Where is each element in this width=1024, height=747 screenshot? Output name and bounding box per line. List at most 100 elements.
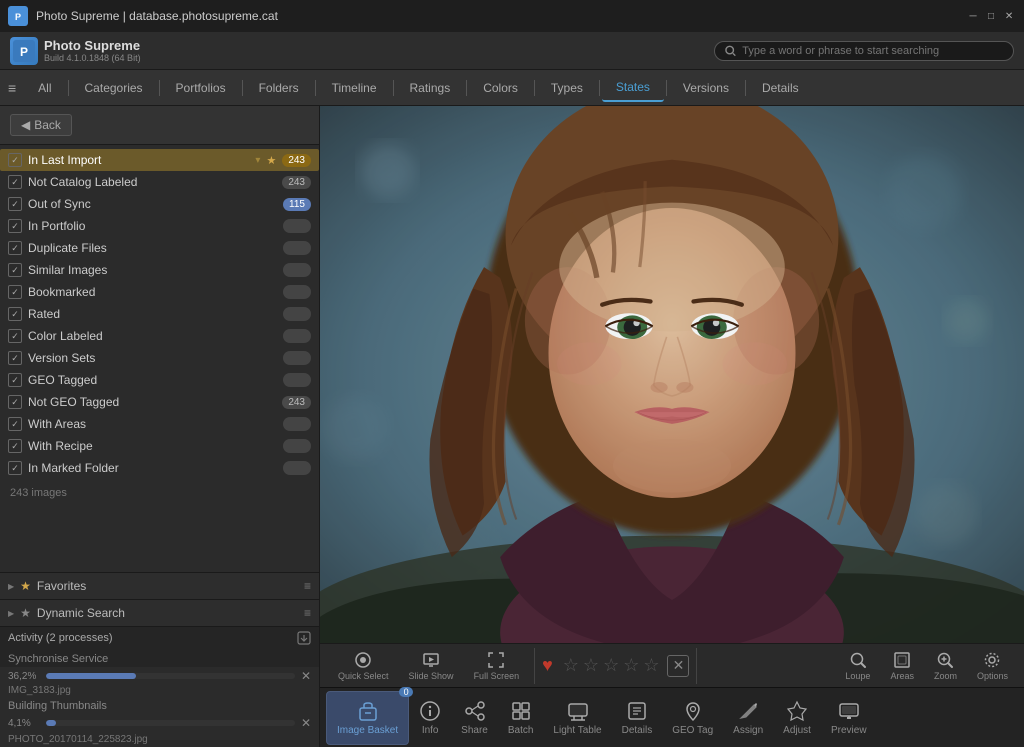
zoom-button[interactable]: Zoom xyxy=(928,648,963,684)
areas-button[interactable]: Areas xyxy=(884,648,920,684)
search-input[interactable] xyxy=(742,45,1003,57)
window-title: Photo Supreme | database.photosupreme.ca… xyxy=(36,9,958,23)
share-button[interactable]: Share xyxy=(451,691,498,745)
image-basket-button[interactable]: Image Basket xyxy=(326,691,409,745)
toggle-switch[interactable] xyxy=(283,219,311,233)
sync-label: Synchronise Service xyxy=(8,653,108,665)
close-button[interactable]: ✕ xyxy=(1002,9,1016,23)
assign-button[interactable]: Assign xyxy=(723,691,773,745)
star-1-button[interactable]: ☆ xyxy=(563,655,579,676)
toggle-switch[interactable] xyxy=(283,373,311,387)
tab-all[interactable]: All xyxy=(24,75,65,101)
state-item-with-areas[interactable]: ✓ With Areas xyxy=(0,413,319,435)
quick-select-button[interactable]: Quick Select xyxy=(330,647,397,685)
loupe-button[interactable]: Loupe xyxy=(839,648,876,684)
slide-show-button[interactable]: Slide Show xyxy=(401,647,462,685)
favorites-star-icon: ★ xyxy=(20,579,31,593)
toggle-switch[interactable] xyxy=(283,307,311,321)
state-item-in-last-import[interactable]: ✓ In Last Import ▾ ★ 243 xyxy=(0,149,319,171)
check-icon: ✓ xyxy=(8,153,22,167)
state-item-with-recipe[interactable]: ✓ With Recipe xyxy=(0,435,319,457)
state-item-bookmarked[interactable]: ✓ Bookmarked xyxy=(0,281,319,303)
preview-button[interactable]: Preview xyxy=(821,691,877,745)
check-icon: ✓ xyxy=(8,197,22,211)
info-button[interactable]: Info xyxy=(409,691,451,745)
heart-button[interactable]: ♥ xyxy=(542,655,553,676)
state-item-version-sets[interactable]: ✓ Version Sets xyxy=(0,347,319,369)
svg-text:P: P xyxy=(15,12,21,22)
search-bar[interactable] xyxy=(714,41,1014,61)
toggle-switch[interactable] xyxy=(283,351,311,365)
toggle-switch[interactable] xyxy=(283,263,311,277)
title-bar: P Photo Supreme | database.photosupreme.… xyxy=(0,0,1024,32)
content-area: Quick Select Slide Show Full Screen xyxy=(320,106,1024,747)
toggle-switch[interactable] xyxy=(283,329,311,343)
count-badge: 243 xyxy=(282,154,311,167)
adjust-icon xyxy=(786,700,808,722)
state-item-not-catalog-labeled[interactable]: ✓ Not Catalog Labeled 243 xyxy=(0,171,319,193)
adjust-button[interactable]: Adjust xyxy=(773,691,821,745)
tab-folders[interactable]: Folders xyxy=(245,75,313,101)
panel-menu-icon[interactable]: ≡ xyxy=(304,579,311,593)
details-button[interactable]: Details xyxy=(612,691,663,745)
star-5-button[interactable]: ☆ xyxy=(643,655,659,676)
tab-types[interactable]: Types xyxy=(537,75,597,101)
minimize-button[interactable]: ─ xyxy=(966,9,980,23)
back-button[interactable]: ◀ Back xyxy=(10,114,72,136)
geo-tag-button[interactable]: GEO Tag xyxy=(662,691,723,745)
panel-menu-icon[interactable]: ≡ xyxy=(304,606,311,620)
cancel-button-2[interactable]: ✕ xyxy=(301,716,311,730)
tab-colors[interactable]: Colors xyxy=(469,75,532,101)
progress-row-1: 36,2% ✕ xyxy=(0,667,319,685)
favorites-label: Favorites xyxy=(37,579,298,593)
toggle-switch[interactable] xyxy=(283,285,311,299)
toggle-switch[interactable] xyxy=(283,461,311,475)
state-item-color-labeled[interactable]: ✓ Color Labeled xyxy=(0,325,319,347)
state-label: In Marked Folder xyxy=(28,461,277,475)
activity-bar: Activity (2 processes) xyxy=(0,626,319,649)
toggle-switch[interactable] xyxy=(283,241,311,255)
state-item-not-geo-tagged[interactable]: ✓ Not GEO Tagged 243 xyxy=(0,391,319,413)
full-screen-button[interactable]: Full Screen xyxy=(466,647,528,685)
zoom-label: Zoom xyxy=(934,671,957,681)
star-2-button[interactable]: ☆ xyxy=(583,655,599,676)
favorites-panel[interactable]: ▶ ★ Favorites ≡ xyxy=(0,572,319,599)
check-icon: ✓ xyxy=(8,307,22,321)
share-icon xyxy=(464,700,486,722)
tab-states[interactable]: States xyxy=(602,74,664,102)
check-icon: ✓ xyxy=(8,175,22,189)
toggle-switch[interactable] xyxy=(283,417,311,431)
state-item-in-marked-folder[interactable]: ✓ In Marked Folder xyxy=(0,457,319,479)
star-3-button[interactable]: ☆ xyxy=(603,655,619,676)
reject-button[interactable]: ✕ xyxy=(667,655,689,677)
tab-portfolios[interactable]: Portfolios xyxy=(162,75,240,101)
state-item-geo-tagged[interactable]: ✓ GEO Tagged xyxy=(0,369,319,391)
nav-tabs: ≡ All Categories Portfolios Folders Time… xyxy=(0,70,1024,106)
progress-percent-1: 36,2% xyxy=(8,671,40,682)
hamburger-menu[interactable]: ≡ xyxy=(8,80,16,96)
state-item-rated[interactable]: ✓ Rated xyxy=(0,303,319,325)
toggle-switch[interactable] xyxy=(283,439,311,453)
star-4-button[interactable]: ☆ xyxy=(623,655,639,676)
options-button[interactable]: Options xyxy=(971,648,1014,684)
state-item-in-portfolio[interactable]: ✓ In Portfolio xyxy=(0,215,319,237)
dynamic-search-panel[interactable]: ▶ ★ Dynamic Search ≡ xyxy=(0,599,319,626)
cancel-button-1[interactable]: ✕ xyxy=(301,669,311,683)
photo-preview xyxy=(320,106,1024,643)
tab-details[interactable]: Details xyxy=(748,75,813,101)
basket-count-badge: 0 xyxy=(399,687,413,697)
state-item-out-of-sync[interactable]: ✓ Out of Sync 115 xyxy=(0,193,319,215)
app-logo-icon: P xyxy=(10,37,38,65)
tab-categories[interactable]: Categories xyxy=(71,75,157,101)
light-table-button[interactable]: Light Table xyxy=(543,691,611,745)
state-label: In Portfolio xyxy=(28,219,277,233)
tab-versions[interactable]: Versions xyxy=(669,75,743,101)
batch-button[interactable]: Batch xyxy=(498,691,544,745)
tab-ratings[interactable]: Ratings xyxy=(396,75,465,101)
tab-timeline[interactable]: Timeline xyxy=(318,75,391,101)
restore-button[interactable]: □ xyxy=(984,9,998,23)
quick-select-label: Quick Select xyxy=(338,671,389,681)
state-item-duplicate-files[interactable]: ✓ Duplicate Files xyxy=(0,237,319,259)
state-item-similar-images[interactable]: ✓ Similar Images xyxy=(0,259,319,281)
options-label: Options xyxy=(977,671,1008,681)
